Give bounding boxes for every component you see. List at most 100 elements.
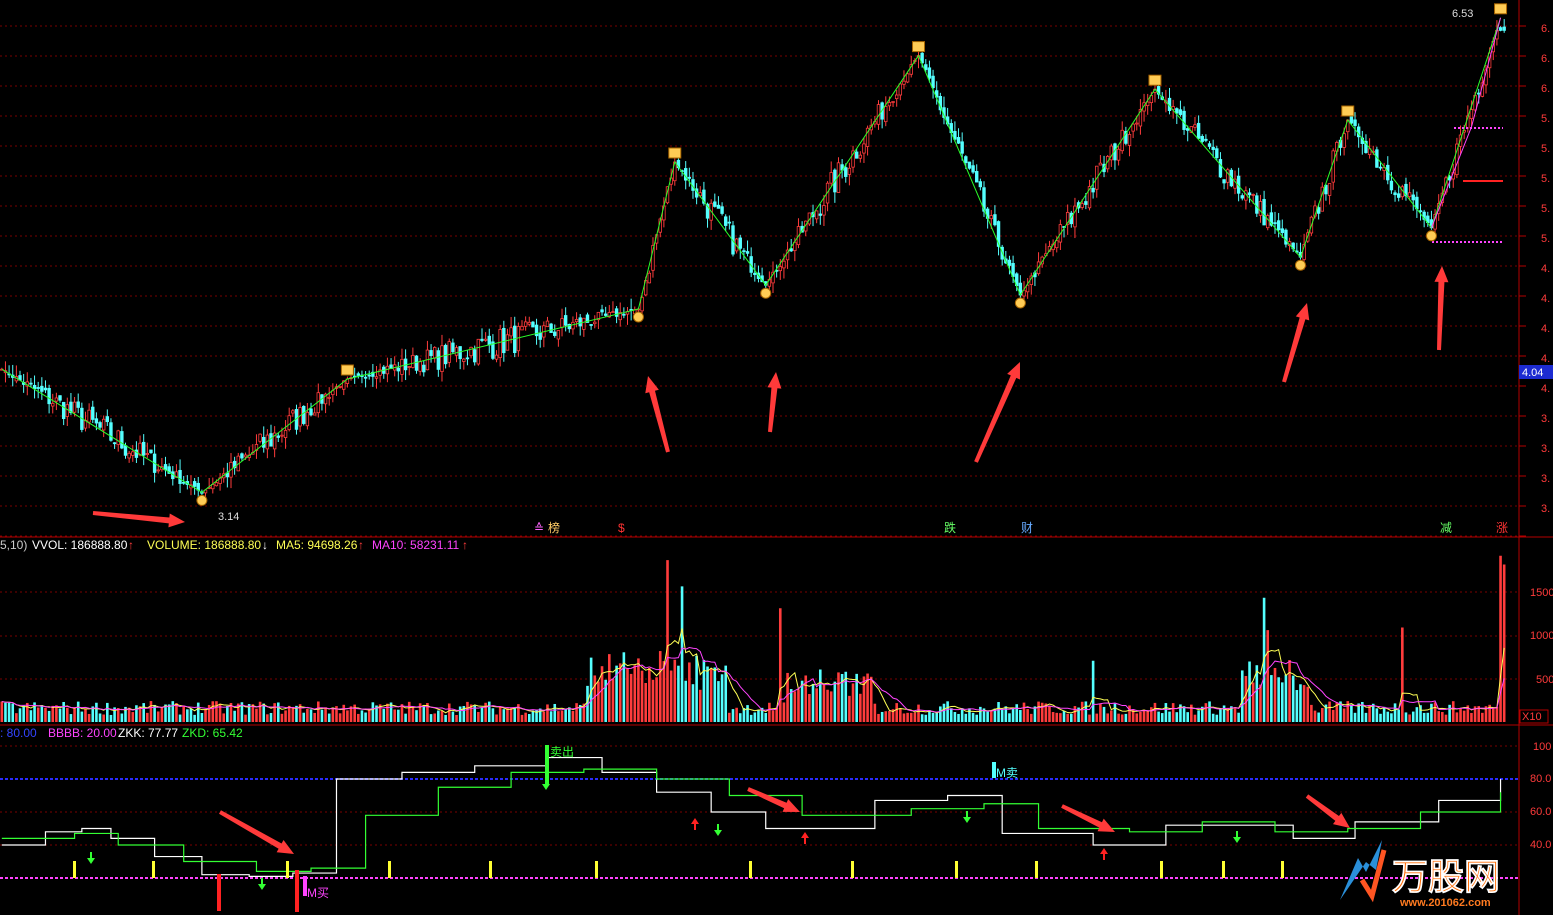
volume-bar: [1251, 682, 1255, 722]
event-tags[interactable]: ≙ 榜 $ 跌 财 减 涨: [534, 520, 1508, 535]
volume-bar: [1404, 712, 1408, 722]
kdj-panel[interactable]: [0, 745, 1519, 912]
volume-bar: [186, 709, 189, 722]
candle-body: [72, 401, 77, 413]
candle-body: [178, 469, 182, 484]
candle-body: [291, 410, 295, 414]
price-panel[interactable]: [0, 3, 1508, 506]
candle-body: [105, 416, 110, 423]
candle-body: [538, 332, 542, 340]
candle-body: [1200, 136, 1204, 142]
candle-body: [1182, 110, 1186, 130]
candle-body: [1276, 220, 1281, 231]
event-tag[interactable]: $: [618, 521, 625, 535]
candle-body: [614, 308, 619, 317]
volume-bar: [709, 668, 713, 722]
down-arrow-icon: [87, 852, 95, 864]
annotation-arrow-icon: [219, 810, 294, 854]
candle-body: [1389, 180, 1394, 191]
candle-body: [884, 106, 888, 123]
volume-bar: [1233, 708, 1237, 722]
volume-bar: [1441, 712, 1444, 722]
candle-body: [1327, 183, 1332, 196]
candle-body: [123, 445, 128, 456]
volume-bar: [302, 712, 306, 722]
volume-bar: [371, 702, 375, 722]
candle-body: [465, 357, 470, 360]
candle-body: [975, 171, 979, 183]
volume-bar: [655, 677, 658, 722]
volume-bar: [1008, 713, 1011, 722]
candle-body: [120, 431, 124, 449]
volume-bar: [738, 713, 742, 722]
peak-marker-icon: [340, 364, 354, 376]
volume-bar: [1411, 711, 1415, 722]
volume-bar: [546, 704, 549, 722]
candle-body: [29, 382, 33, 385]
volume-bar: [1186, 712, 1190, 722]
volume-panel[interactable]: [0, 555, 1506, 722]
volume-bar: [1099, 704, 1102, 722]
candle-body: [1084, 201, 1088, 205]
volume-bar: [477, 711, 480, 722]
volume-bar: [1084, 701, 1088, 722]
event-tag-bang[interactable]: ≙: [534, 521, 544, 535]
volume-bar: [989, 710, 993, 722]
candle-body: [47, 388, 51, 405]
candle-body: [927, 67, 932, 79]
volume-bar: [1317, 712, 1320, 722]
volume-bar: [324, 707, 327, 722]
volume-bar: [502, 709, 506, 722]
volume-bar: [1266, 630, 1270, 722]
event-tag[interactable]: 跌: [944, 520, 956, 535]
volume-bar: [648, 667, 651, 722]
volume-bar: [731, 709, 735, 722]
volume-bar: [859, 693, 862, 722]
volume-bar: [182, 706, 186, 722]
candle-body: [145, 453, 150, 456]
vol-params: 5,10): [0, 538, 27, 552]
volume-bar: [698, 689, 702, 722]
volume-bar: [753, 712, 757, 722]
volume-bar: [1390, 713, 1393, 722]
candle-body: [738, 237, 742, 249]
m-buy-label: M买: [307, 886, 329, 900]
candle-body: [156, 469, 160, 472]
event-tag[interactable]: 减: [1440, 521, 1452, 535]
volume-bar: [440, 710, 444, 722]
volume-bar: [968, 708, 971, 722]
down-arrow-icon: [1233, 831, 1241, 843]
candle-body: [58, 395, 62, 401]
volume-bar: [1215, 714, 1219, 722]
candle-body: [131, 451, 135, 456]
volume-bar: [131, 712, 135, 722]
volume-bar: [480, 707, 484, 722]
event-tag[interactable]: 榜: [548, 520, 560, 535]
volume-bar: [939, 706, 942, 722]
event-tag[interactable]: 涨: [1496, 520, 1508, 535]
volume-bar: [80, 711, 84, 722]
kdj-signal-tick: [489, 861, 492, 878]
volume-bar: [688, 662, 691, 722]
volume-bar: [906, 712, 909, 722]
volume-bar: [1160, 713, 1164, 722]
volume-bar: [342, 704, 346, 722]
down-arrow-icon: [258, 878, 266, 890]
volume-bar: [1066, 713, 1069, 722]
volume-bar: [531, 710, 535, 722]
volume-bar: [1026, 709, 1029, 722]
buy-signal-bar: [295, 870, 299, 912]
candle-body: [32, 384, 37, 390]
candle-body: [116, 430, 120, 445]
candle-body: [451, 342, 455, 353]
candle-body: [887, 102, 892, 107]
stock-chart[interactable]: 5,10) VVOL: 186888.80 ↑ VOLUME: 186888.8…: [0, 0, 1553, 915]
volume-bar: [51, 705, 55, 722]
event-tag[interactable]: 财: [1021, 521, 1033, 535]
volume-bar: [1371, 703, 1375, 722]
candle-body: [367, 374, 371, 377]
volume-bar: [931, 712, 935, 722]
volume-bar: [818, 669, 822, 722]
current-price-label: 4.04: [1522, 367, 1543, 379]
volume-bar: [331, 707, 335, 722]
